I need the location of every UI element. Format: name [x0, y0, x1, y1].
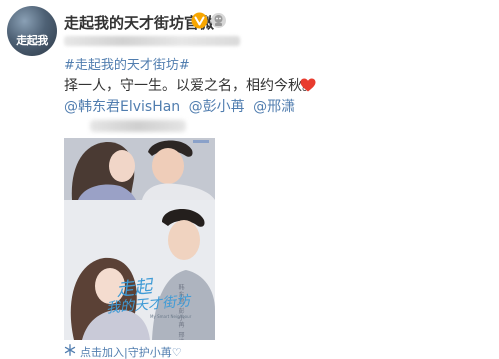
- mention-link-hdj[interactable]: @韩东君ElvisHan: [64, 99, 180, 115]
- poster-image[interactable]: 韩东君 彭小苒 邢潇 走起 我的天才街坊 My Smart Neighbour: [64, 138, 215, 340]
- poster-top-panel: [64, 138, 215, 200]
- post-text: 择一人，守一生。以爱之名，相约今秋。: [64, 78, 316, 94]
- weibo-post: 走起我 走起我的天才街坊官微 #走起我的天才街坊# 择一人，守一生。以爱之名，相…: [0, 0, 499, 359]
- avatar[interactable]: 走起我: [7, 6, 57, 56]
- snowflake-icon: [64, 344, 76, 356]
- join-link[interactable]: 点击加入|守护小苒♡: [80, 344, 182, 359]
- avatar-text: 走起我: [16, 34, 48, 47]
- mention-link-xx[interactable]: @邢潇: [253, 99, 295, 115]
- heart-icon: [300, 78, 316, 92]
- post-meta-blurred: [64, 36, 240, 46]
- blurred-line: [90, 120, 186, 132]
- poster-title-english: My Smart Neighbour: [150, 314, 192, 319]
- couple-kiss-photo: [64, 138, 215, 200]
- mentions: @韩东君ElvisHan @彭小苒 @邢潇: [64, 96, 299, 116]
- hashtag-link[interactable]: #走起我的天才街坊#: [64, 54, 190, 73]
- mention-link-pxr[interactable]: @彭小苒: [189, 99, 245, 115]
- verified-v-icon: [191, 12, 208, 29]
- poster-title-logo: 走起 我的天才街坊 My Smart Neighbour: [106, 274, 201, 320]
- member-badge-icon[interactable]: [210, 12, 227, 29]
- poster-corner-tag: [193, 140, 209, 143]
